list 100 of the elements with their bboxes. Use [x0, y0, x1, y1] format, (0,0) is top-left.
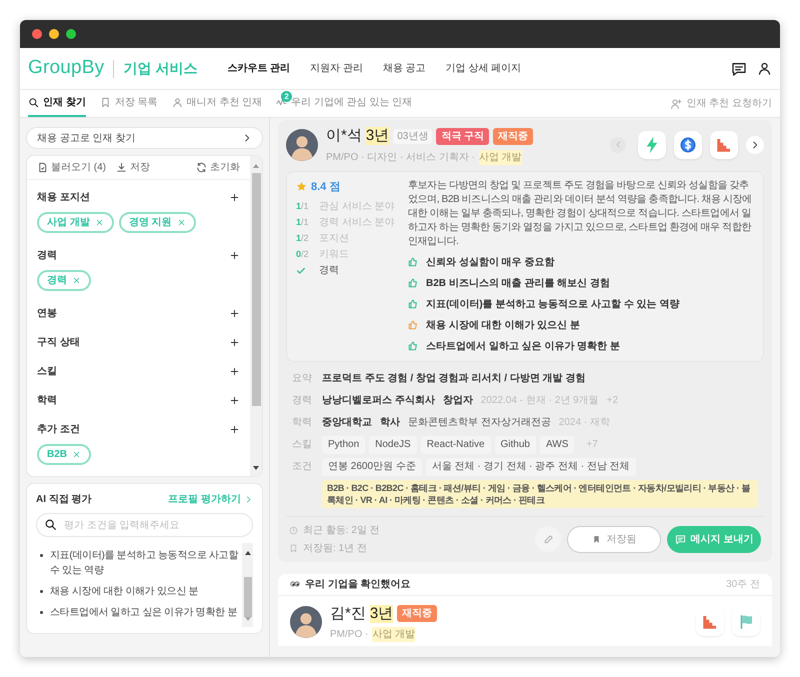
- wave-icon: [276, 97, 288, 108]
- badge-tile[interactable]: [710, 130, 738, 159]
- detail-label: 스킬: [292, 438, 312, 452]
- role-text: 사업 개발: [478, 150, 522, 164]
- pencil-icon: [542, 534, 554, 544]
- birth-year: 03년생: [393, 128, 432, 144]
- detail-text: 학사: [380, 416, 400, 430]
- nav-link[interactable]: 스카우트 관리: [227, 61, 290, 76]
- nav-link[interactable]: 지원자 관리: [310, 61, 363, 76]
- search-field[interactable]: 평가 조건을 입력해주세요: [36, 513, 253, 537]
- info-chip: Github: [494, 436, 536, 454]
- role-text: 사업 개발: [372, 627, 416, 642]
- activity-text: 저장됨: 1년 전: [303, 542, 367, 556]
- info-chip: React-Native: [420, 436, 491, 454]
- criterion-label: 경력: [319, 264, 339, 278]
- person-icon: [172, 97, 183, 108]
- download-icon: [116, 162, 127, 173]
- document-icon: [37, 162, 48, 173]
- detail-text: 낭낭디벨로퍼스 주식회사: [322, 394, 435, 408]
- chat-icon: [674, 534, 686, 544]
- notice-text: 우리 기업을 확인했어요: [305, 578, 412, 592]
- candidate-name: 김*진: [330, 604, 366, 624]
- load-button[interactable]: 불러오기 (4): [37, 160, 106, 175]
- bookmark-icon: [592, 534, 600, 544]
- eyes-icon: [290, 579, 300, 589]
- person-icon[interactable]: [757, 61, 772, 76]
- save-button[interactable]: 저장: [116, 160, 150, 175]
- request-link[interactable]: 인재 추천 요청하기: [670, 90, 772, 117]
- reset-button[interactable]: 초기화: [196, 160, 240, 175]
- detail-label: 경력: [292, 394, 312, 408]
- job-post-search-button[interactable]: 채용 공고로 인재 찾기: [26, 127, 263, 149]
- panel-title: AI 직접 평가: [36, 493, 92, 507]
- check-icon: [296, 266, 306, 276]
- filter-title: 구직 상태: [37, 336, 80, 350]
- ratio-text: 1/2: [296, 232, 310, 245]
- evaluate-profile-link[interactable]: 프로필 평가하기: [168, 492, 253, 507]
- plus-icon[interactable]: [229, 395, 240, 406]
- plus-icon[interactable]: [229, 308, 240, 319]
- filter-chip[interactable]: 경영 지원: [118, 212, 196, 233]
- tab[interactable]: 저장 목록: [100, 90, 158, 117]
- scrollbar[interactable]: [242, 543, 253, 627]
- detail-label: 학력: [292, 416, 312, 430]
- role-text: PM/PO ·: [330, 628, 368, 642]
- badge-tile[interactable]: [638, 130, 666, 159]
- saved-button[interactable]: 저장됨: [567, 526, 661, 552]
- badge-tile[interactable]: [696, 608, 724, 636]
- tab[interactable]: 우리 기업에 관심 있는 인재 2: [276, 90, 412, 117]
- candidate-name: 이*석: [326, 126, 362, 146]
- detail-text: 중앙대학교: [322, 416, 372, 430]
- filter-chip[interactable]: 경력: [37, 270, 91, 291]
- stairs-icon: [701, 613, 719, 632]
- plus-icon[interactable]: [229, 250, 240, 261]
- scrollbar[interactable]: [250, 156, 262, 476]
- clock-icon: [289, 526, 298, 534]
- filter-title: 추가 조건: [37, 423, 80, 437]
- filter-title: 채용 포지션: [37, 191, 90, 205]
- info-chip: AWS: [540, 436, 574, 454]
- badge-tile[interactable]: [674, 130, 702, 159]
- filter-title: 연봉: [37, 307, 57, 321]
- status-tag: 재직중: [493, 128, 534, 145]
- badge-tile[interactable]: [732, 608, 760, 636]
- chat-icon[interactable]: [731, 60, 747, 76]
- service-title: 기업 서비스: [123, 59, 198, 78]
- plus-icon[interactable]: [229, 424, 240, 435]
- info-chip: 연봉 2600만원 수준: [322, 458, 422, 476]
- match-point: 신뢰와 성실함이 매우 중요함: [426, 256, 554, 270]
- send-message-button[interactable]: 메시지 보내기: [667, 526, 761, 552]
- time-text: 30주 전: [726, 578, 760, 592]
- filter-chip[interactable]: 사업 개발: [37, 212, 114, 233]
- bookmark-icon: [289, 544, 298, 552]
- filter-title: 학력: [37, 394, 57, 408]
- detail-text: 프로덕트 주도 경험 / 창업 경험과 리서치 / 다방면 개발 경험: [322, 372, 586, 386]
- info-chip: NodeJS: [369, 436, 417, 454]
- nav-link[interactable]: 채용 공고: [382, 61, 426, 76]
- nav-link[interactable]: 기업 상세 페이지: [446, 61, 522, 76]
- ratio-text: 1/1: [296, 216, 310, 229]
- filter-title: 경력: [37, 249, 57, 263]
- close-icon: [72, 276, 81, 285]
- detail-label: 조건: [292, 460, 312, 474]
- dollar-coin-icon: [679, 136, 697, 154]
- logo[interactable]: GroupBy: [28, 54, 104, 83]
- refresh-icon: [196, 162, 207, 173]
- plus-icon[interactable]: [229, 192, 240, 203]
- chevron-right-icon: [244, 495, 253, 504]
- filter-title: 스킬: [37, 365, 57, 379]
- plus-icon[interactable]: [229, 366, 240, 377]
- detail-label: 요약: [292, 372, 312, 386]
- plus-icon[interactable]: [229, 337, 240, 348]
- score-text: 8.4 점: [311, 180, 340, 194]
- tab[interactable]: 매니저 추천 인재: [172, 90, 262, 117]
- star-icon: [296, 181, 307, 192]
- info-chip: 서울 전체 · 경기 전체 · 광주 전체 · 전남 전체: [426, 458, 636, 476]
- filter-chip[interactable]: B2B: [37, 444, 92, 465]
- role-text: PM/PO · 디자인 · 서비스 기획자 ·: [326, 150, 475, 164]
- close-icon: [94, 218, 104, 227]
- chevron-left-icon: [614, 140, 622, 150]
- search-icon: [44, 518, 57, 531]
- activity-text: 최근 활동: 2일 전: [303, 524, 380, 538]
- ratio-text: 0/2: [296, 248, 310, 261]
- match-point: 채용 시장에 대한 이해가 있으신 분: [426, 318, 580, 332]
